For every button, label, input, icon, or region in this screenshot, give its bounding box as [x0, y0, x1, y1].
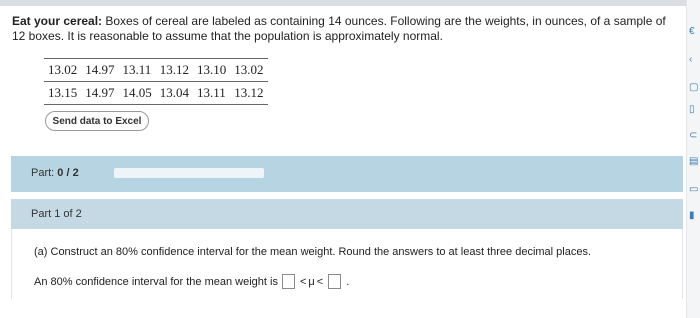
part-progress-label: Part: 0 / 2	[31, 167, 79, 179]
problem-statement: Eat your cereal: Boxes of cereal are lab…	[12, 14, 672, 44]
calculator-icon[interactable]: ▤	[689, 156, 698, 167]
progress-track	[114, 168, 264, 178]
question-text: (a) Construct an 80% confidence interval…	[34, 246, 592, 258]
table-cell: 13.12	[230, 81, 268, 105]
lower-bound-input[interactable]	[281, 274, 295, 289]
top-bar	[0, 0, 700, 6]
chevron-left-icon[interactable]: ‹	[689, 54, 692, 65]
send-to-excel-button[interactable]: Send data to Excel	[45, 111, 149, 131]
expand-icon[interactable]: €	[689, 26, 695, 37]
part-1-body: (a) Construct an 80% confidence interval…	[11, 229, 683, 299]
table-cell: 14.05	[118, 81, 156, 105]
part-progress-bar: Part: 0 / 2	[11, 156, 683, 192]
table-cell: 14.97	[81, 81, 119, 105]
less-than-symbol: <	[299, 275, 307, 288]
panel-icon[interactable]: ▮	[689, 210, 695, 221]
table-row: 13.15 14.97 14.05 13.04 13.11 13.12	[44, 81, 268, 105]
upper-bound-input[interactable]	[328, 274, 342, 289]
book-icon[interactable]: ▯	[689, 104, 695, 115]
period: .	[346, 275, 350, 288]
table-cell: 13.11	[193, 81, 231, 105]
grid-icon[interactable]: ▢	[689, 82, 698, 93]
table-cell: 13.02	[230, 58, 268, 82]
document-icon[interactable]: ▭	[689, 184, 698, 195]
less-than-symbol: <	[316, 275, 324, 288]
mu-symbol: μ	[308, 275, 315, 288]
problem-lead: Eat your cereal:	[12, 14, 103, 28]
table-cell: 14.97	[81, 58, 119, 82]
problem-text: Boxes of cereal are labeled as containin…	[12, 14, 666, 43]
table-cell: 13.02	[44, 58, 82, 82]
table-cell: 13.12	[155, 58, 193, 82]
help-icon[interactable]: ⊂	[689, 130, 697, 141]
answer-prefix: An 80% confidence interval for the mean …	[34, 275, 278, 288]
table-cell: 13.04	[155, 81, 193, 105]
table-cell: 13.15	[44, 81, 82, 105]
table-row: 13.02 14.97 13.11 13.12 13.10 13.02	[44, 58, 268, 82]
right-toolbar: € ‹ ▢ ▯ ⊂ ▤ ▭ ▮	[686, 0, 700, 318]
part-1-header: Part 1 of 2	[11, 199, 683, 229]
answer-line: An 80% confidence interval for the mean …	[34, 274, 349, 289]
data-table: 13.02 14.97 13.11 13.12 13.10 13.02 13.1…	[44, 58, 268, 105]
part-progress-value: 0 / 2	[57, 167, 79, 179]
table-cell: 13.10	[193, 58, 231, 82]
part-1-title: Part 1 of 2	[31, 208, 82, 220]
part-label-text: Part:	[31, 167, 55, 179]
table-cell: 13.11	[118, 58, 156, 82]
